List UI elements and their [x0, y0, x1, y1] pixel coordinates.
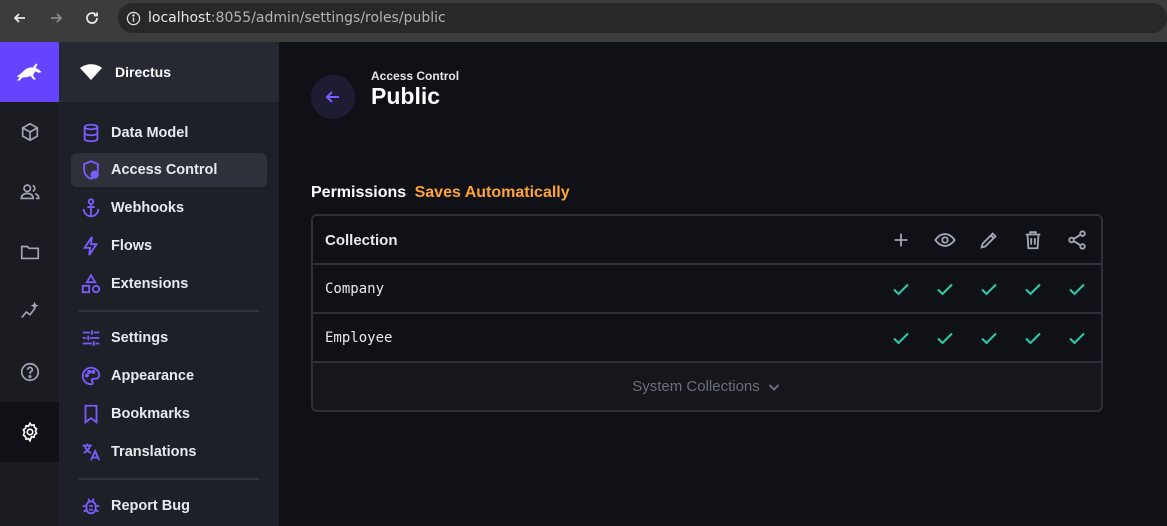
page-title: Public: [371, 83, 441, 109]
nav-item-label: Flows: [111, 238, 153, 254]
arrow-left-icon: [325, 91, 339, 103]
check-icon[interactable]: [979, 279, 999, 299]
nav-item-label: Bookmarks: [111, 406, 190, 422]
nav-item-label: Webhooks: [111, 200, 185, 216]
nav-item-label: Appearance: [111, 368, 195, 384]
nav-item-data-model[interactable]: Data Model: [71, 116, 267, 150]
share-icon[interactable]: [1066, 229, 1088, 251]
nav-item-translations[interactable]: Translations: [71, 435, 267, 469]
nav-item-bookmarks[interactable]: Bookmarks: [71, 397, 267, 431]
nav-item-flows[interactable]: Flows: [71, 229, 267, 263]
check-icon[interactable]: [1067, 279, 1087, 299]
table-header: Collection: [313, 216, 1101, 265]
translate-icon: [79, 440, 103, 464]
chevron-down-icon: [768, 383, 779, 391]
help-icon[interactable]: [0, 342, 59, 402]
content-icon[interactable]: [0, 102, 59, 162]
bookmark-icon: [79, 402, 103, 426]
permissions-label: Permissions: [311, 184, 407, 201]
check-icon[interactable]: [891, 328, 911, 348]
nav-item-label: Data Model: [111, 125, 189, 141]
system-collections-label: System Collections: [632, 378, 760, 395]
check-icon[interactable]: [935, 279, 955, 299]
extensions-icon: [79, 272, 103, 296]
nav-item-access-control[interactable]: Access Control: [71, 153, 267, 187]
nav-item-label: Report Bug: [111, 498, 190, 514]
database-icon: [79, 121, 103, 145]
nav-item-label: Settings: [111, 330, 169, 346]
check-icon[interactable]: [1023, 279, 1043, 299]
main-content: Access Control Public Permissions Saves …: [279, 42, 1167, 526]
collection-name: Employee: [325, 330, 393, 346]
check-icon[interactable]: [979, 328, 999, 348]
nav-divider: [79, 310, 259, 312]
shield-icon: [79, 158, 103, 182]
breadcrumb[interactable]: Access Control: [371, 69, 459, 83]
check-icon[interactable]: [1067, 328, 1087, 348]
nav-item-label: Access Control: [111, 162, 218, 178]
nav-item-webhooks[interactable]: Webhooks: [71, 191, 267, 225]
address-bar[interactable]: localhost:8055/admin/settings/roles/publ…: [118, 3, 1167, 33]
saves-automatically-note: Saves Automatically: [414, 184, 570, 201]
nav-divider: [79, 478, 259, 480]
bolt-icon: [79, 234, 103, 258]
users-icon[interactable]: [0, 162, 59, 222]
anchor-icon: [79, 196, 103, 220]
check-icon[interactable]: [1023, 328, 1043, 348]
trash-icon[interactable]: [1022, 229, 1044, 251]
url-text: localhost:8055/admin/settings/roles/publ…: [148, 10, 446, 26]
forward-arrow-icon[interactable]: [44, 6, 68, 30]
settings-navigation: Directus Data Model Access Control Webho…: [59, 42, 279, 526]
files-icon[interactable]: [0, 222, 59, 282]
nav-item-label: Extensions: [111, 276, 189, 292]
sliders-icon: [79, 326, 103, 350]
module-bar: [0, 42, 59, 526]
nav-item-report-bug[interactable]: Report Bug: [71, 489, 267, 523]
back-arrow-icon[interactable]: [8, 6, 32, 30]
permissions-title: Permissions Saves Automatically: [311, 184, 570, 202]
collection-column-header: Collection: [325, 232, 398, 249]
project-name: Directus: [115, 64, 172, 80]
nav-item-extensions[interactable]: Extensions: [71, 267, 267, 301]
insights-icon[interactable]: [0, 282, 59, 342]
create-icon[interactable]: [890, 229, 912, 251]
permissions-table: Collection Company Employee System Colle…: [311, 214, 1103, 412]
table-row: Employee: [313, 314, 1101, 363]
project-header[interactable]: Directus: [59, 42, 279, 102]
back-button[interactable]: [311, 75, 355, 119]
browser-toolbar: localhost:8055/admin/settings/roles/publ…: [0, 0, 1167, 42]
nav-item-appearance[interactable]: Appearance: [71, 359, 267, 393]
check-icon[interactable]: [891, 279, 911, 299]
site-info-icon[interactable]: [118, 3, 148, 33]
nav-item-settings[interactable]: Settings: [71, 321, 267, 355]
eye-icon[interactable]: [934, 229, 956, 251]
settings-icon[interactable]: [0, 402, 59, 462]
check-icon[interactable]: [935, 328, 955, 348]
reload-icon[interactable]: [80, 6, 104, 30]
system-collections-toggle[interactable]: System Collections: [313, 363, 1101, 410]
wifi-icon: [80, 64, 102, 80]
palette-icon: [79, 364, 103, 388]
nav-item-label: Translations: [111, 444, 197, 460]
bug-icon: [79, 494, 103, 518]
pencil-icon[interactable]: [978, 229, 1000, 251]
collection-name: Company: [325, 281, 385, 297]
directus-logo[interactable]: [0, 42, 59, 102]
table-row: Company: [313, 265, 1101, 314]
